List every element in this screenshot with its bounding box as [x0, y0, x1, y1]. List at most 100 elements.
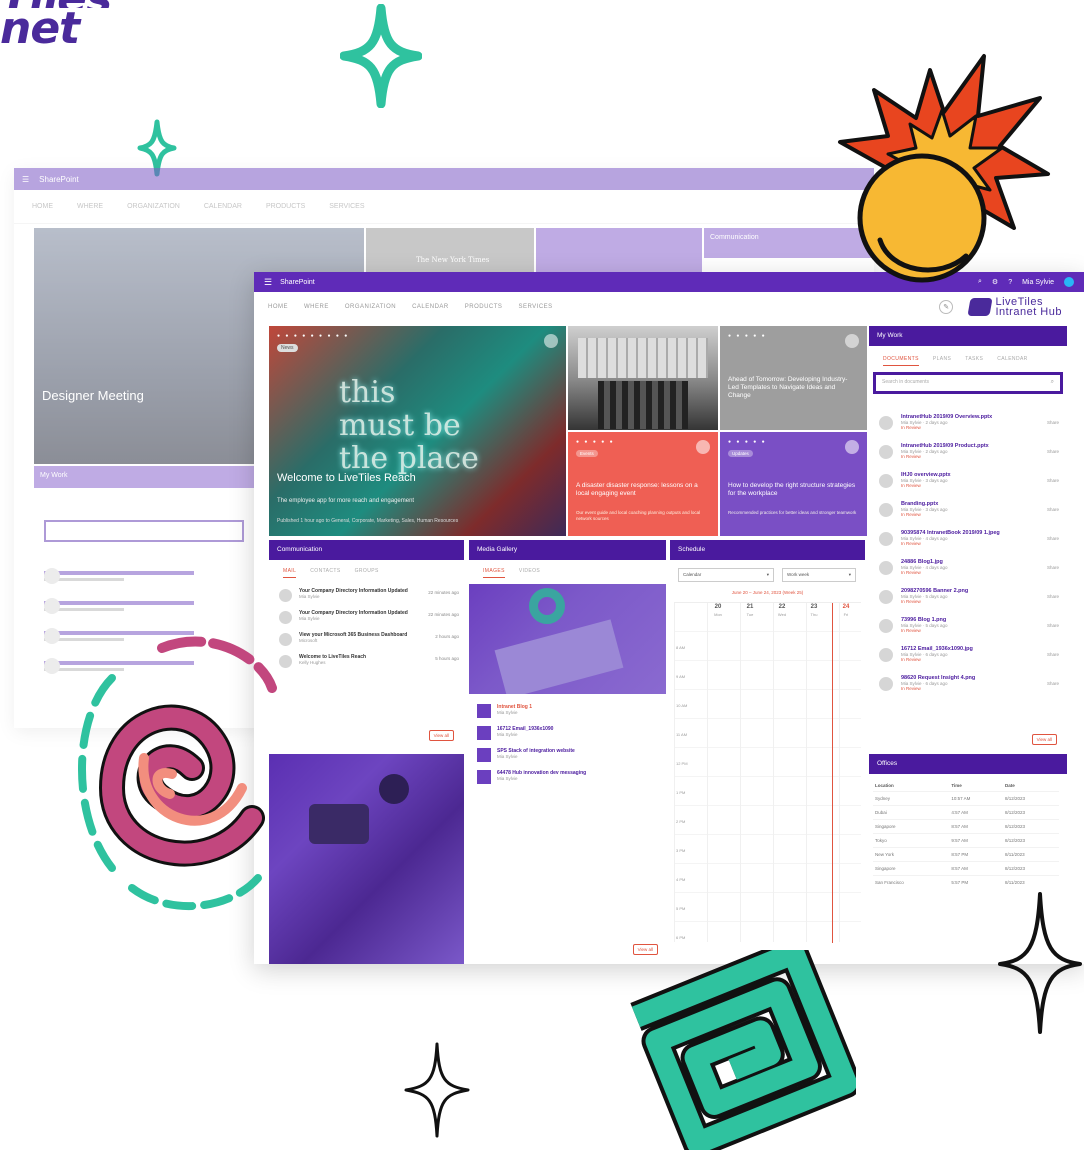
- document-list-item[interactable]: 2098270596 Banner 2.png Mia Sylvie · 5 da…: [879, 588, 1059, 617]
- mail-list-item[interactable]: Welcome to LiveTiles Reach Kelly Hughes 5 …: [279, 654, 459, 676]
- tab-images[interactable]: IMAGES: [483, 568, 505, 578]
- share-action[interactable]: Share: [1047, 652, 1059, 657]
- calendar-grid[interactable]: 20 Mon 21 Tue 22 Wed 23 Thu 24 Fri 8 AM 9 AM 10 AM 1…: [674, 602, 862, 943]
- share-action[interactable]: Share: [1047, 420, 1059, 425]
- carousel-dots[interactable]: ● ● ● ● ●: [576, 439, 615, 445]
- documents-search-input[interactable]: Search in documents ⌕: [873, 372, 1063, 394]
- document-list-item[interactable]: 90395874 IntranetBook 2019/09 1.jpeg Mia …: [879, 530, 1059, 559]
- nav-item-where[interactable]: WHERE: [304, 304, 329, 310]
- bookmark-button[interactable]: [845, 440, 859, 454]
- share-action[interactable]: Share: [1047, 507, 1059, 512]
- media-list-item[interactable]: 64478 Hub innovation dev messaging Mia Sy…: [477, 770, 662, 792]
- bookmark-button[interactable]: [544, 334, 558, 348]
- bookmark-button[interactable]: [845, 334, 859, 348]
- calendar-hour: 10 AM: [676, 703, 688, 708]
- table-cell: San Francisco: [873, 875, 950, 889]
- tab-plans[interactable]: PLANS: [933, 356, 951, 366]
- back-nav-item[interactable]: SERVICES: [329, 203, 364, 210]
- view-all-button[interactable]: View all: [428, 730, 454, 741]
- tab-videos[interactable]: VIDEOS: [519, 568, 540, 578]
- back-nav-item[interactable]: HOME: [32, 203, 53, 210]
- news-coral-tile[interactable]: ● ● ● ● ● Events A disaster disaster res…: [568, 432, 718, 536]
- calendar-day[interactable]: 21 Tue: [734, 603, 766, 619]
- calendar-select-value: Calendar: [683, 572, 702, 577]
- calendar-day[interactable]: 22 Wed: [766, 603, 798, 619]
- calendar-select[interactable]: Calendar ▾: [678, 568, 774, 582]
- tab-groups[interactable]: GROUPS: [355, 568, 379, 578]
- nav-item-calendar[interactable]: CALENDAR: [412, 304, 449, 310]
- document-list-item[interactable]: 73996 Blog 1.png Mia Sylvie · 5 days ago I…: [879, 617, 1059, 646]
- view-select[interactable]: Work week ▾: [782, 568, 856, 582]
- nav-item-organization[interactable]: ORGANIZATION: [345, 304, 396, 310]
- photo-tile-purple[interactable]: [269, 754, 464, 964]
- back-search-input[interactable]: [44, 520, 244, 542]
- calendar-hour: 6 PM: [676, 935, 686, 940]
- document-status: In Review: [901, 686, 921, 691]
- calendar-hour: 8 AM: [676, 645, 686, 650]
- menu-icon[interactable]: ☰: [264, 277, 272, 288]
- news-purple-tile[interactable]: ● ● ● ● ● Updates How to develop the rig…: [720, 432, 867, 536]
- avatar[interactable]: [1064, 277, 1074, 287]
- col-location: Location: [875, 783, 894, 788]
- hero-tile[interactable]: ● ● ● ● ● ● ● ● ● News this must be the …: [269, 326, 566, 536]
- search-icon[interactable]: ⌕: [1051, 379, 1054, 386]
- tab-contacts[interactable]: CONTACTS: [310, 568, 340, 578]
- carousel-dots[interactable]: ● ● ● ● ●: [728, 333, 767, 339]
- nav-item-services[interactable]: SERVICES: [518, 304, 552, 310]
- table-row: Tokyo 9:57 AM 8/12/2023: [873, 833, 1059, 848]
- comic-explosion-icon: [838, 54, 1050, 283]
- media-preview-image[interactable]: [469, 584, 666, 694]
- offices-title: Offices: [869, 754, 1067, 774]
- document-list-item[interactable]: 24886 Blog1.jpg Mia Sylvie · 4 days ago In…: [879, 559, 1059, 588]
- calendar-day[interactable]: 23 Thu: [798, 603, 830, 619]
- document-list-item[interactable]: IntranetHub 2019/09 Product.pptx Mia Sylv…: [879, 443, 1059, 472]
- calendar-day[interactable]: 20 Mon: [702, 603, 734, 619]
- carousel-dots[interactable]: ● ● ● ● ●: [728, 439, 767, 445]
- document-list-item[interactable]: 16712 Email_1936x1090.jpg Mia Sylvie · 6 …: [879, 646, 1059, 675]
- view-all-button[interactable]: View all: [1031, 734, 1057, 745]
- share-action[interactable]: Share: [1047, 681, 1059, 686]
- calendar-day-name: Wed: [777, 612, 787, 617]
- news-grey-tile[interactable]: ● ● ● ● ● Ahead of Tomorrow: Developing …: [720, 326, 867, 430]
- back-nav-item[interactable]: PRODUCTS: [266, 203, 305, 210]
- mail-list-item[interactable]: View your Microsoft 365 Business Dashboa…: [279, 632, 459, 654]
- share-action[interactable]: Share: [1047, 623, 1059, 628]
- document-list-item[interactable]: Branding.pptx Mia Sylvie · 3 days ago In R…: [879, 501, 1059, 530]
- back-nav-item[interactable]: CALENDAR: [204, 203, 242, 210]
- media-list-item[interactable]: SPS Stack of integration website Mia Sylv…: [477, 748, 662, 770]
- back-list-item[interactable]: [44, 568, 254, 592]
- back-nav-item[interactable]: ORGANIZATION: [127, 203, 180, 210]
- tab-documents[interactable]: DOCUMENTS: [883, 356, 919, 366]
- share-action[interactable]: Share: [1047, 449, 1059, 454]
- bookmark-button[interactable]: [696, 440, 710, 454]
- back-nav-item[interactable]: WHERE: [77, 203, 103, 210]
- media-list-item[interactable]: Intranet Blog 1 Mia Sylvie: [477, 704, 662, 726]
- share-action[interactable]: Share: [1047, 478, 1059, 483]
- file-avatar: [879, 532, 893, 546]
- neon-line: must be: [339, 408, 461, 443]
- nav-item-home[interactable]: HOME: [268, 304, 288, 310]
- share-action[interactable]: Share: [1047, 594, 1059, 599]
- mail-list-item[interactable]: Your Company Directory Information Updat…: [279, 588, 459, 610]
- tab-calendar[interactable]: CALENDAR: [997, 356, 1027, 366]
- nav-item-products[interactable]: PRODUCTS: [465, 304, 503, 310]
- table-row: Dubai 4:57 AM 8/12/2023: [873, 805, 1059, 820]
- tab-mail[interactable]: MAIL: [283, 568, 297, 578]
- tab-tasks[interactable]: TASKS: [965, 356, 983, 366]
- media-list-item[interactable]: 16712 Email_1936x1090 Mia Sylvie: [477, 726, 662, 748]
- calendar-day-name: Fri: [843, 612, 849, 617]
- news-photo-tile[interactable]: [568, 326, 718, 430]
- share-action[interactable]: Share: [1047, 536, 1059, 541]
- mail-list-item[interactable]: Your Company Directory Information Updat…: [279, 610, 459, 632]
- document-list-item[interactable]: IHJ0 overview.pptx Mia Sylvie · 3 days ag…: [879, 472, 1059, 501]
- share-action[interactable]: Share: [1047, 565, 1059, 570]
- sender-avatar: [279, 589, 292, 602]
- my-work-panel: My Work DOCUMENTS PLANS TASKS CALENDAR S…: [869, 326, 1067, 749]
- week-range[interactable]: June 20 – June 24, 2023 (Week 25): [670, 590, 865, 595]
- document-list-item[interactable]: IntranetHub 2019/09 Overview.pptx Mia Syl…: [879, 414, 1059, 443]
- mail-time: 22 minutes ago: [428, 590, 459, 595]
- calendar-day[interactable]: 24 Fri: [830, 603, 862, 619]
- edit-button[interactable]: ✎: [939, 300, 954, 314]
- document-list-item[interactable]: 98620 Request Insight 4.png Mia Sylvie · …: [879, 675, 1059, 704]
- carousel-dots[interactable]: ● ● ● ● ● ● ● ● ●: [277, 333, 349, 339]
